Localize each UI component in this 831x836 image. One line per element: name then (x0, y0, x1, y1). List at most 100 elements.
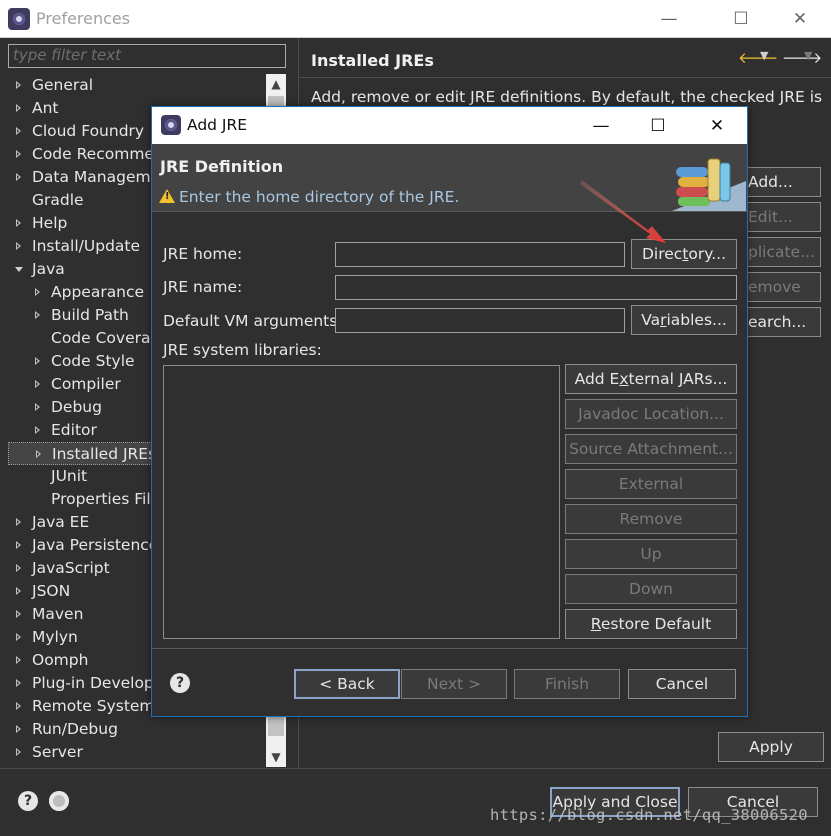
duplicate-jre-button[interactable]: plicate... (745, 237, 821, 267)
expand-arrow-icon[interactable] (35, 403, 40, 411)
collapse-arrow-icon[interactable] (15, 267, 23, 272)
page-description: Add, remove or edit JRE definitions. By … (311, 88, 823, 106)
remove-jre-button[interactable]: emove (745, 272, 821, 302)
system-libraries-list[interactable] (163, 365, 560, 639)
filter-input[interactable]: type filter text (8, 44, 286, 68)
add-external-jars-button[interactable]: Add External JARs... (565, 364, 737, 394)
button-text-end: Down (629, 580, 673, 598)
external-annotations-button[interactable]: External annotations... (565, 469, 737, 521)
dialog-banner: JRE Definition Enter the home directory … (152, 144, 747, 212)
finish-button[interactable]: Finish (514, 669, 620, 699)
source-attachment-button[interactable]: Source Attachment... (565, 434, 737, 464)
apply-button[interactable]: Apply (718, 732, 824, 762)
tree-item-label: Oomph (32, 651, 89, 669)
dialog-maximize-button[interactable]: ☐ (635, 111, 681, 141)
tree-item-label: Remote Systems (32, 697, 163, 715)
scroll-down-arrow-icon[interactable]: ▼ (266, 747, 286, 767)
expand-arrow-icon[interactable] (16, 150, 21, 158)
directory-button-text: Direc (641, 245, 683, 263)
tree-item-label: Gradle (32, 191, 84, 209)
dialog-close-button[interactable]: ✕ (694, 111, 740, 141)
back-history-dropdown-icon[interactable]: ▼ (760, 49, 768, 62)
expand-arrow-icon[interactable] (16, 104, 21, 112)
close-button[interactable]: ✕ (777, 4, 823, 34)
dialog-cancel-button[interactable]: Cancel (628, 669, 736, 699)
search-jre-button[interactable]: earch... (745, 307, 821, 337)
expand-arrow-icon[interactable] (16, 564, 21, 572)
tree-item[interactable]: Server (8, 741, 268, 764)
vm-arguments-label: Default VM arguments: (163, 312, 343, 330)
tree-item-label: Build Path (51, 306, 129, 324)
expand-arrow-icon[interactable] (35, 380, 40, 388)
tree-item-label: Install/Update (32, 237, 141, 255)
expand-arrow-icon[interactable] (35, 357, 40, 365)
jre-home-input[interactable] (335, 242, 625, 267)
expand-arrow-icon[interactable] (16, 173, 21, 181)
add-jre-button[interactable]: Add... (745, 167, 821, 197)
minimize-button[interactable]: — (646, 4, 692, 34)
expand-arrow-icon[interactable] (16, 81, 21, 89)
tree-item-label: Editor (51, 421, 97, 439)
expand-arrow-icon[interactable] (16, 748, 21, 756)
maximize-button[interactable]: ☐ (718, 4, 764, 34)
tree-item-label: JUnit (51, 467, 88, 485)
forward-history-dropdown-icon[interactable]: ▼ (804, 49, 812, 62)
expand-arrow-icon[interactable] (16, 656, 21, 664)
expand-arrow-icon[interactable] (16, 587, 21, 595)
directory-button[interactable]: Directory... (631, 239, 737, 269)
expand-arrow-icon[interactable] (16, 518, 21, 526)
expand-arrow-icon[interactable] (35, 288, 40, 296)
dialog-minimize-button[interactable]: — (578, 111, 624, 141)
next-button[interactable]: Next > (401, 669, 507, 699)
expand-arrow-icon[interactable] (16, 219, 21, 227)
button-text-end: Up (640, 545, 662, 563)
down-button[interactable]: Down (565, 574, 737, 604)
tree-item-label: Code Style (51, 352, 135, 370)
expand-arrow-icon[interactable] (16, 679, 21, 687)
expand-arrow-icon[interactable] (16, 610, 21, 618)
vm-arguments-input[interactable] (335, 308, 625, 333)
expand-arrow-icon[interactable] (16, 702, 21, 710)
up-button[interactable]: Up (565, 539, 737, 569)
button-text: Add E (574, 370, 620, 388)
warning-icon (159, 189, 175, 203)
forward-arrow-icon[interactable]: 🡒 (782, 48, 822, 67)
tree-item-label: Ant (32, 99, 59, 117)
jre-library-icon (672, 158, 746, 211)
jre-name-label: JRE name: (163, 278, 243, 296)
expand-arrow-icon[interactable] (36, 450, 41, 458)
tree-item-label: Appearance (51, 283, 145, 301)
expand-arrow-icon[interactable] (16, 725, 21, 733)
back-button[interactable]: < Back (294, 669, 400, 699)
dialog-separator (152, 648, 747, 649)
expand-arrow-icon[interactable] (16, 242, 21, 250)
right-pane-header: Installed JREs 🡐 ▼ 🡒 ▼ (299, 38, 831, 78)
dialog-help-icon[interactable]: ? (170, 673, 190, 693)
button-mnemonic: R (590, 615, 601, 633)
javadoc-location-button[interactable]: Javadoc Location... (565, 399, 737, 429)
restore-default-button[interactable]: Restore Default (565, 609, 737, 639)
directory-button-text-end: ory... (688, 245, 727, 263)
banner-message: Enter the home directory of the JRE. (179, 188, 460, 206)
expand-arrow-icon[interactable] (16, 127, 21, 135)
variables-button-text: Va (641, 311, 661, 329)
scroll-up-arrow-icon[interactable]: ▲ (266, 74, 286, 94)
eclipse-app-icon (8, 8, 30, 30)
expand-arrow-icon[interactable] (16, 633, 21, 641)
remove-library-button[interactable]: Remove (565, 504, 737, 534)
expand-arrow-icon[interactable] (35, 426, 40, 434)
banner-title: JRE Definition (160, 157, 284, 176)
variables-button[interactable]: Variables... (631, 305, 737, 335)
tree-item[interactable]: Run/Debug (8, 718, 268, 741)
button-mnemonic: x (619, 370, 629, 388)
jre-name-input[interactable] (335, 275, 737, 300)
tree-item-label: Mylyn (32, 628, 78, 646)
tree-item[interactable]: General (8, 74, 268, 97)
help-icon[interactable]: ? (18, 791, 38, 811)
record-macro-icon[interactable] (49, 791, 69, 811)
edit-jre-button[interactable]: Edit... (745, 202, 821, 232)
back-arrow-icon[interactable]: 🡐 (738, 48, 778, 67)
expand-arrow-icon[interactable] (35, 311, 40, 319)
expand-arrow-icon[interactable] (16, 541, 21, 549)
page-title: Installed JREs (311, 51, 434, 70)
